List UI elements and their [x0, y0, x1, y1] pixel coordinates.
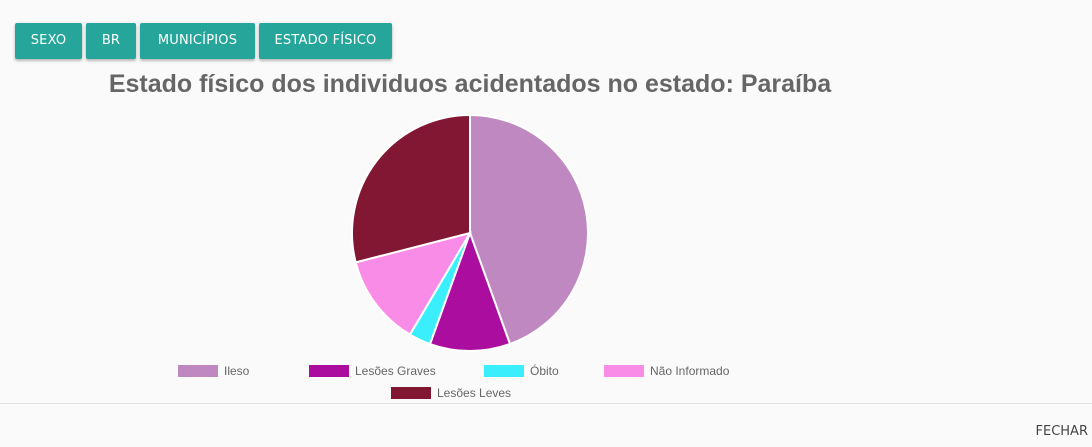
tab-estado-fisico[interactable]: ESTADO FÍSICO [259, 23, 392, 59]
tab-br[interactable]: BR [86, 23, 136, 59]
legend-swatch-3 [604, 365, 644, 377]
pie-slice-2[interactable] [408, 232, 471, 346]
footer-divider [0, 403, 1092, 404]
tab-municipios[interactable]: MUNICÍPIOS [140, 23, 255, 59]
pie-slice-3[interactable] [354, 231, 473, 336]
tab-sexo[interactable]: SEXO [15, 23, 82, 59]
legend-swatch-0 [178, 365, 218, 377]
legend-label-0[interactable]: Ileso [224, 364, 250, 378]
chart-title: Estado físico dos individuos acidentados… [108, 70, 832, 98]
legend-swatch-1 [309, 365, 349, 377]
legend-swatch-2 [484, 365, 524, 377]
legend-label-2[interactable]: Óbito [530, 363, 559, 378]
pie-slice-4[interactable] [351, 113, 471, 264]
legend-label-1[interactable]: Lesões Graves [355, 364, 436, 378]
legend-swatch-4 [391, 387, 431, 399]
legend-label-3[interactable]: Não Informado [650, 364, 730, 378]
pie-chart: Ileso Lesões Graves Óbito Não Informado Lesõ… [178, 113, 730, 400]
pie-slice-0[interactable] [469, 113, 589, 346]
pie-slice-1[interactable] [428, 230, 512, 352]
legend-label-4[interactable]: Lesões Leves [437, 386, 511, 400]
close-button[interactable]: FECHAR [1036, 418, 1088, 446]
